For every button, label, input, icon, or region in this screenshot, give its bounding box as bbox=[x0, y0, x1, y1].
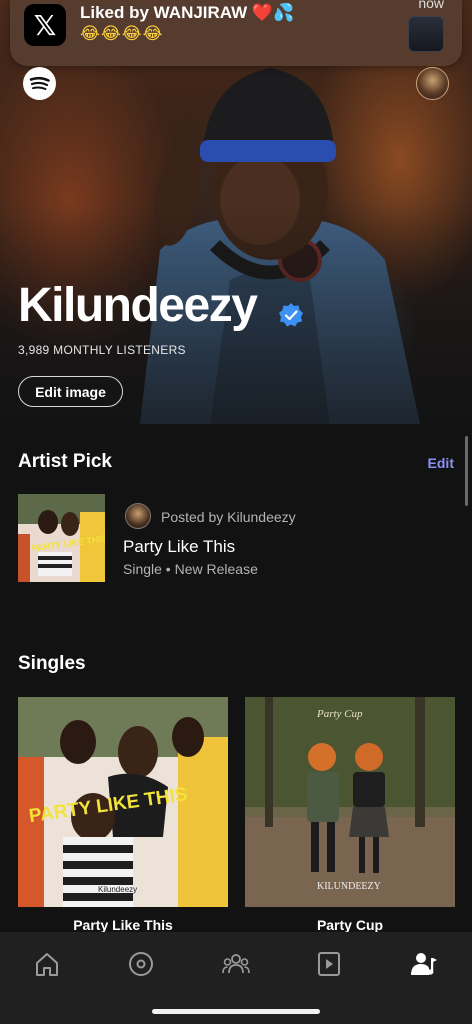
radio-icon bbox=[129, 952, 153, 976]
artist-pick-subtitle: Single • New Release bbox=[123, 561, 258, 577]
posted-by-label: Posted by Kilundeezy bbox=[161, 509, 296, 525]
edit-artist-pick-link[interactable]: Edit bbox=[428, 455, 454, 471]
push-notification[interactable]: 𝕏 Liked by WANJIRAW ❤️💦 😂😂😂😂 now bbox=[10, 0, 462, 66]
artist-name: Kilundeezy bbox=[18, 279, 258, 332]
edit-image-button[interactable]: Edit image bbox=[18, 376, 123, 407]
x-logo-icon: 𝕏 bbox=[24, 4, 66, 46]
nav-audience[interactable] bbox=[212, 944, 260, 984]
single-art-text: Party Cup bbox=[316, 708, 363, 720]
single-card-party-like-this[interactable]: PARTY LIKE THIS Kilundeezy Party Like Th… bbox=[18, 697, 228, 933]
artist-pick-heading: Artist Pick bbox=[18, 451, 112, 472]
home-indicator[interactable] bbox=[152, 1009, 320, 1014]
spotify-logo-icon[interactable] bbox=[23, 67, 56, 100]
notification-title: Liked by WANJIRAW ❤️💦 bbox=[80, 3, 295, 22]
single-art-credit: KILUNDEEZY bbox=[317, 881, 381, 892]
notification-thumbnail bbox=[408, 16, 444, 52]
notification-body: 😂😂😂😂 bbox=[80, 24, 164, 43]
single-card-party-cup[interactable]: Party Cup KILUNDEEZY Party Cup bbox=[245, 697, 455, 933]
profile-avatar[interactable] bbox=[416, 67, 449, 100]
home-icon bbox=[36, 953, 58, 976]
single-artwork[interactable]: Party Cup KILUNDEEZY bbox=[245, 697, 455, 907]
nav-home[interactable] bbox=[23, 944, 71, 984]
posted-by-avatar bbox=[125, 503, 151, 529]
nav-video[interactable] bbox=[305, 944, 353, 984]
single-art-credit: Kilundeezy bbox=[98, 885, 137, 894]
monthly-listeners: 3,989 MONTHLY LISTENERS bbox=[18, 343, 186, 357]
artist-pick-artwork[interactable]: PARTY LIKE THIS bbox=[18, 494, 105, 582]
bottom-navigation bbox=[0, 932, 472, 1024]
notification-time: now bbox=[418, 0, 444, 11]
single-artwork[interactable]: PARTY LIKE THIS Kilundeezy bbox=[18, 697, 228, 907]
single-title: Party Cup bbox=[316, 917, 384, 933]
audience-icon bbox=[222, 954, 250, 974]
video-icon bbox=[318, 952, 340, 976]
singles-heading: Singles bbox=[18, 653, 86, 674]
nav-artist-profile[interactable] bbox=[400, 944, 448, 984]
nav-radio[interactable] bbox=[117, 944, 165, 984]
scrollbar[interactable] bbox=[465, 436, 468, 506]
artist-profile-icon bbox=[411, 953, 437, 975]
verified-badge-icon bbox=[279, 303, 303, 327]
single-title: Party Like This bbox=[73, 917, 173, 933]
artist-pick-title[interactable]: Party Like This bbox=[123, 537, 235, 557]
